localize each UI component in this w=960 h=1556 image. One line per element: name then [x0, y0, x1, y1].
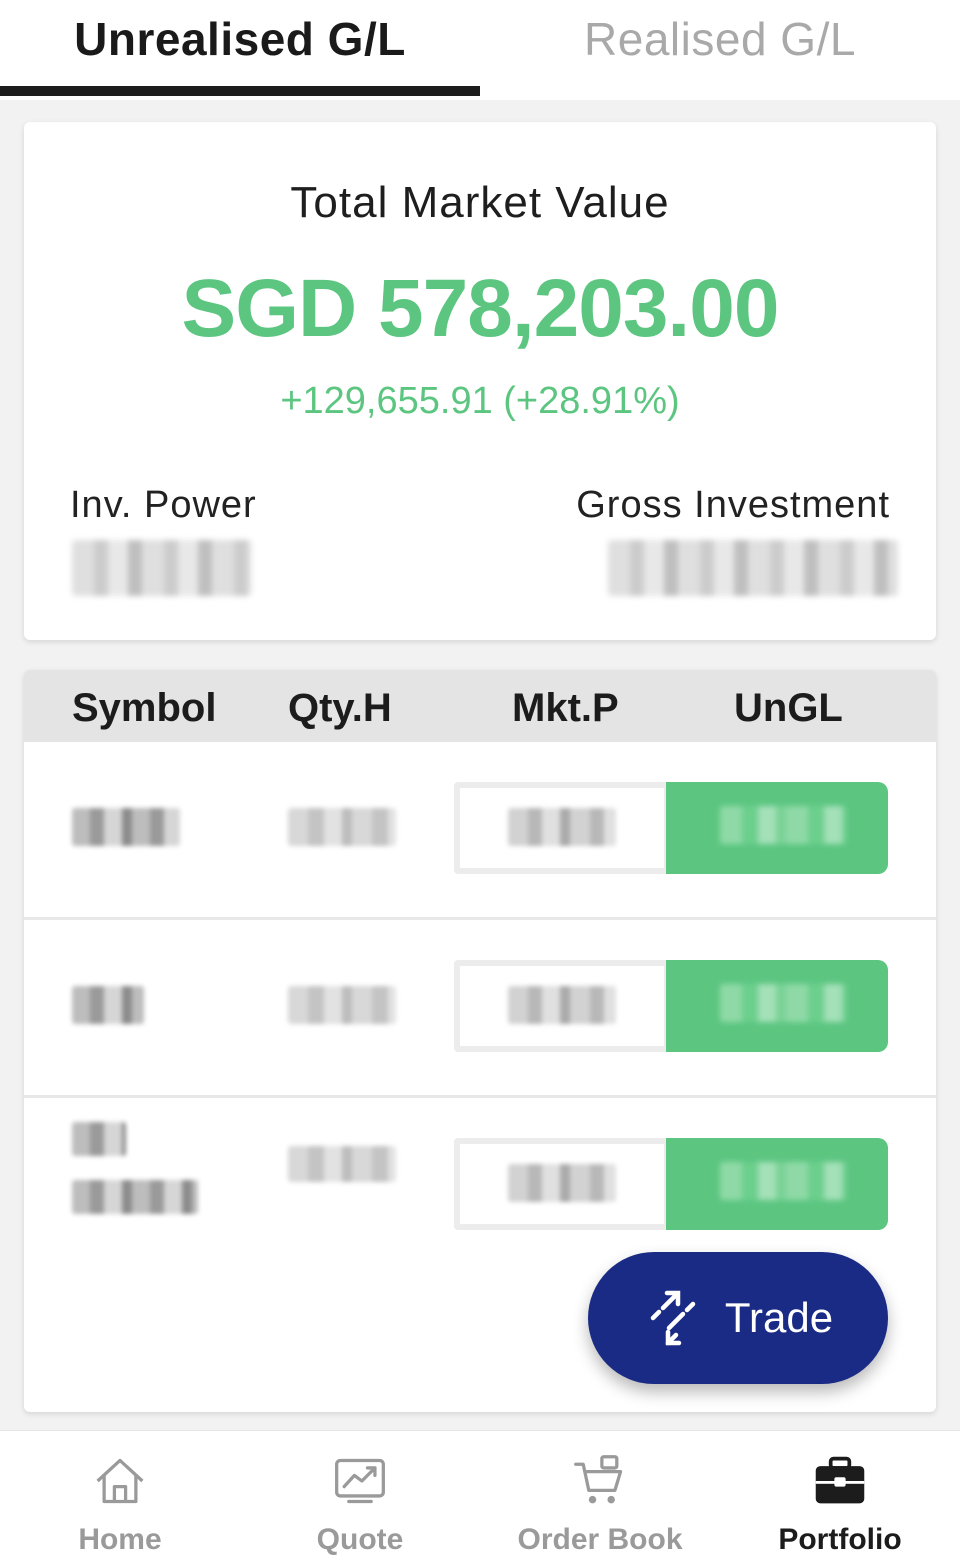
tab-realised-gl[interactable]: Realised G/L [480, 0, 960, 100]
symbol-redacted [72, 986, 144, 1024]
nav-quote[interactable]: Quote [240, 1431, 480, 1556]
nav-order-book[interactable]: Order Book [480, 1431, 720, 1556]
total-market-value-label: Total Market Value [290, 178, 670, 227]
holdings-table-header: Symbol Qty.H Mkt.P UnGL [24, 670, 936, 742]
gross-investment-label: Gross Investment [576, 484, 890, 526]
active-tab-indicator [0, 86, 480, 96]
cart-icon [574, 1455, 623, 1504]
ungl-redacted [720, 806, 846, 844]
chart-icon [335, 1458, 385, 1504]
column-header-symbol[interactable]: Symbol [72, 686, 216, 731]
inv-power-label: Inv. Power [70, 484, 257, 526]
tab-realised-label: Realised G/L [584, 13, 856, 65]
column-header-qty[interactable]: Qty.H [288, 686, 392, 731]
column-header-mkt-price[interactable]: Mkt.P [512, 686, 619, 731]
inv-power-value-redacted [72, 540, 252, 596]
total-market-value-change: +129,655.91 (+28.91%) [280, 380, 680, 422]
qty-redacted [288, 808, 396, 846]
qty-redacted [288, 986, 396, 1024]
symbol-redacted [72, 1122, 126, 1156]
symbol-redacted [72, 808, 180, 846]
qty-redacted [288, 1146, 396, 1182]
mkt-price-box [454, 960, 670, 1052]
gl-tab-bar: Unrealised G/L Realised G/L [0, 0, 960, 100]
mkt-price-redacted [508, 986, 616, 1024]
bottom-navigation: Home Quote Order Book Portfolio [0, 1430, 960, 1556]
mkt-price-box [454, 782, 670, 874]
home-icon [96, 1458, 144, 1504]
nav-home[interactable]: Home [0, 1431, 240, 1556]
nav-home-label: Home [78, 1523, 162, 1556]
tab-unrealised-label: Unrealised G/L [74, 13, 406, 65]
total-market-value-amount: SGD 578,203.00 [181, 263, 780, 354]
nav-quote-label: Quote [316, 1523, 404, 1556]
nav-order-book-label: Order Book [517, 1523, 683, 1556]
ungl-redacted [720, 1162, 846, 1200]
market-value-summary-card: Total Market Value SGD 578,203.00 +129,6… [24, 122, 936, 640]
ungl-box [666, 1138, 888, 1230]
trade-button-label: Trade [724, 1294, 834, 1341]
ungl-box [666, 960, 888, 1052]
tab-unrealised-gl[interactable]: Unrealised G/L [0, 0, 480, 100]
portfolio-screen: Unrealised G/L Realised G/L Total Market… [0, 0, 960, 1556]
table-row[interactable] [24, 920, 936, 1098]
mkt-price-redacted [508, 808, 616, 846]
trade-arrows-icon [650, 1290, 696, 1346]
symbol-name-redacted [72, 1180, 198, 1214]
nav-portfolio[interactable]: Portfolio [720, 1431, 960, 1556]
trade-button[interactable]: Trade [588, 1252, 888, 1384]
ungl-redacted [720, 984, 846, 1022]
briefcase-icon [815, 1456, 865, 1504]
table-row[interactable] [24, 1098, 936, 1258]
gross-investment-value-redacted [608, 540, 898, 596]
table-row[interactable] [24, 742, 936, 920]
mkt-price-redacted [508, 1164, 616, 1202]
mkt-price-box [454, 1138, 670, 1230]
ungl-box [666, 782, 888, 874]
column-header-ungl[interactable]: UnGL [734, 686, 843, 731]
nav-portfolio-label: Portfolio [778, 1523, 902, 1556]
